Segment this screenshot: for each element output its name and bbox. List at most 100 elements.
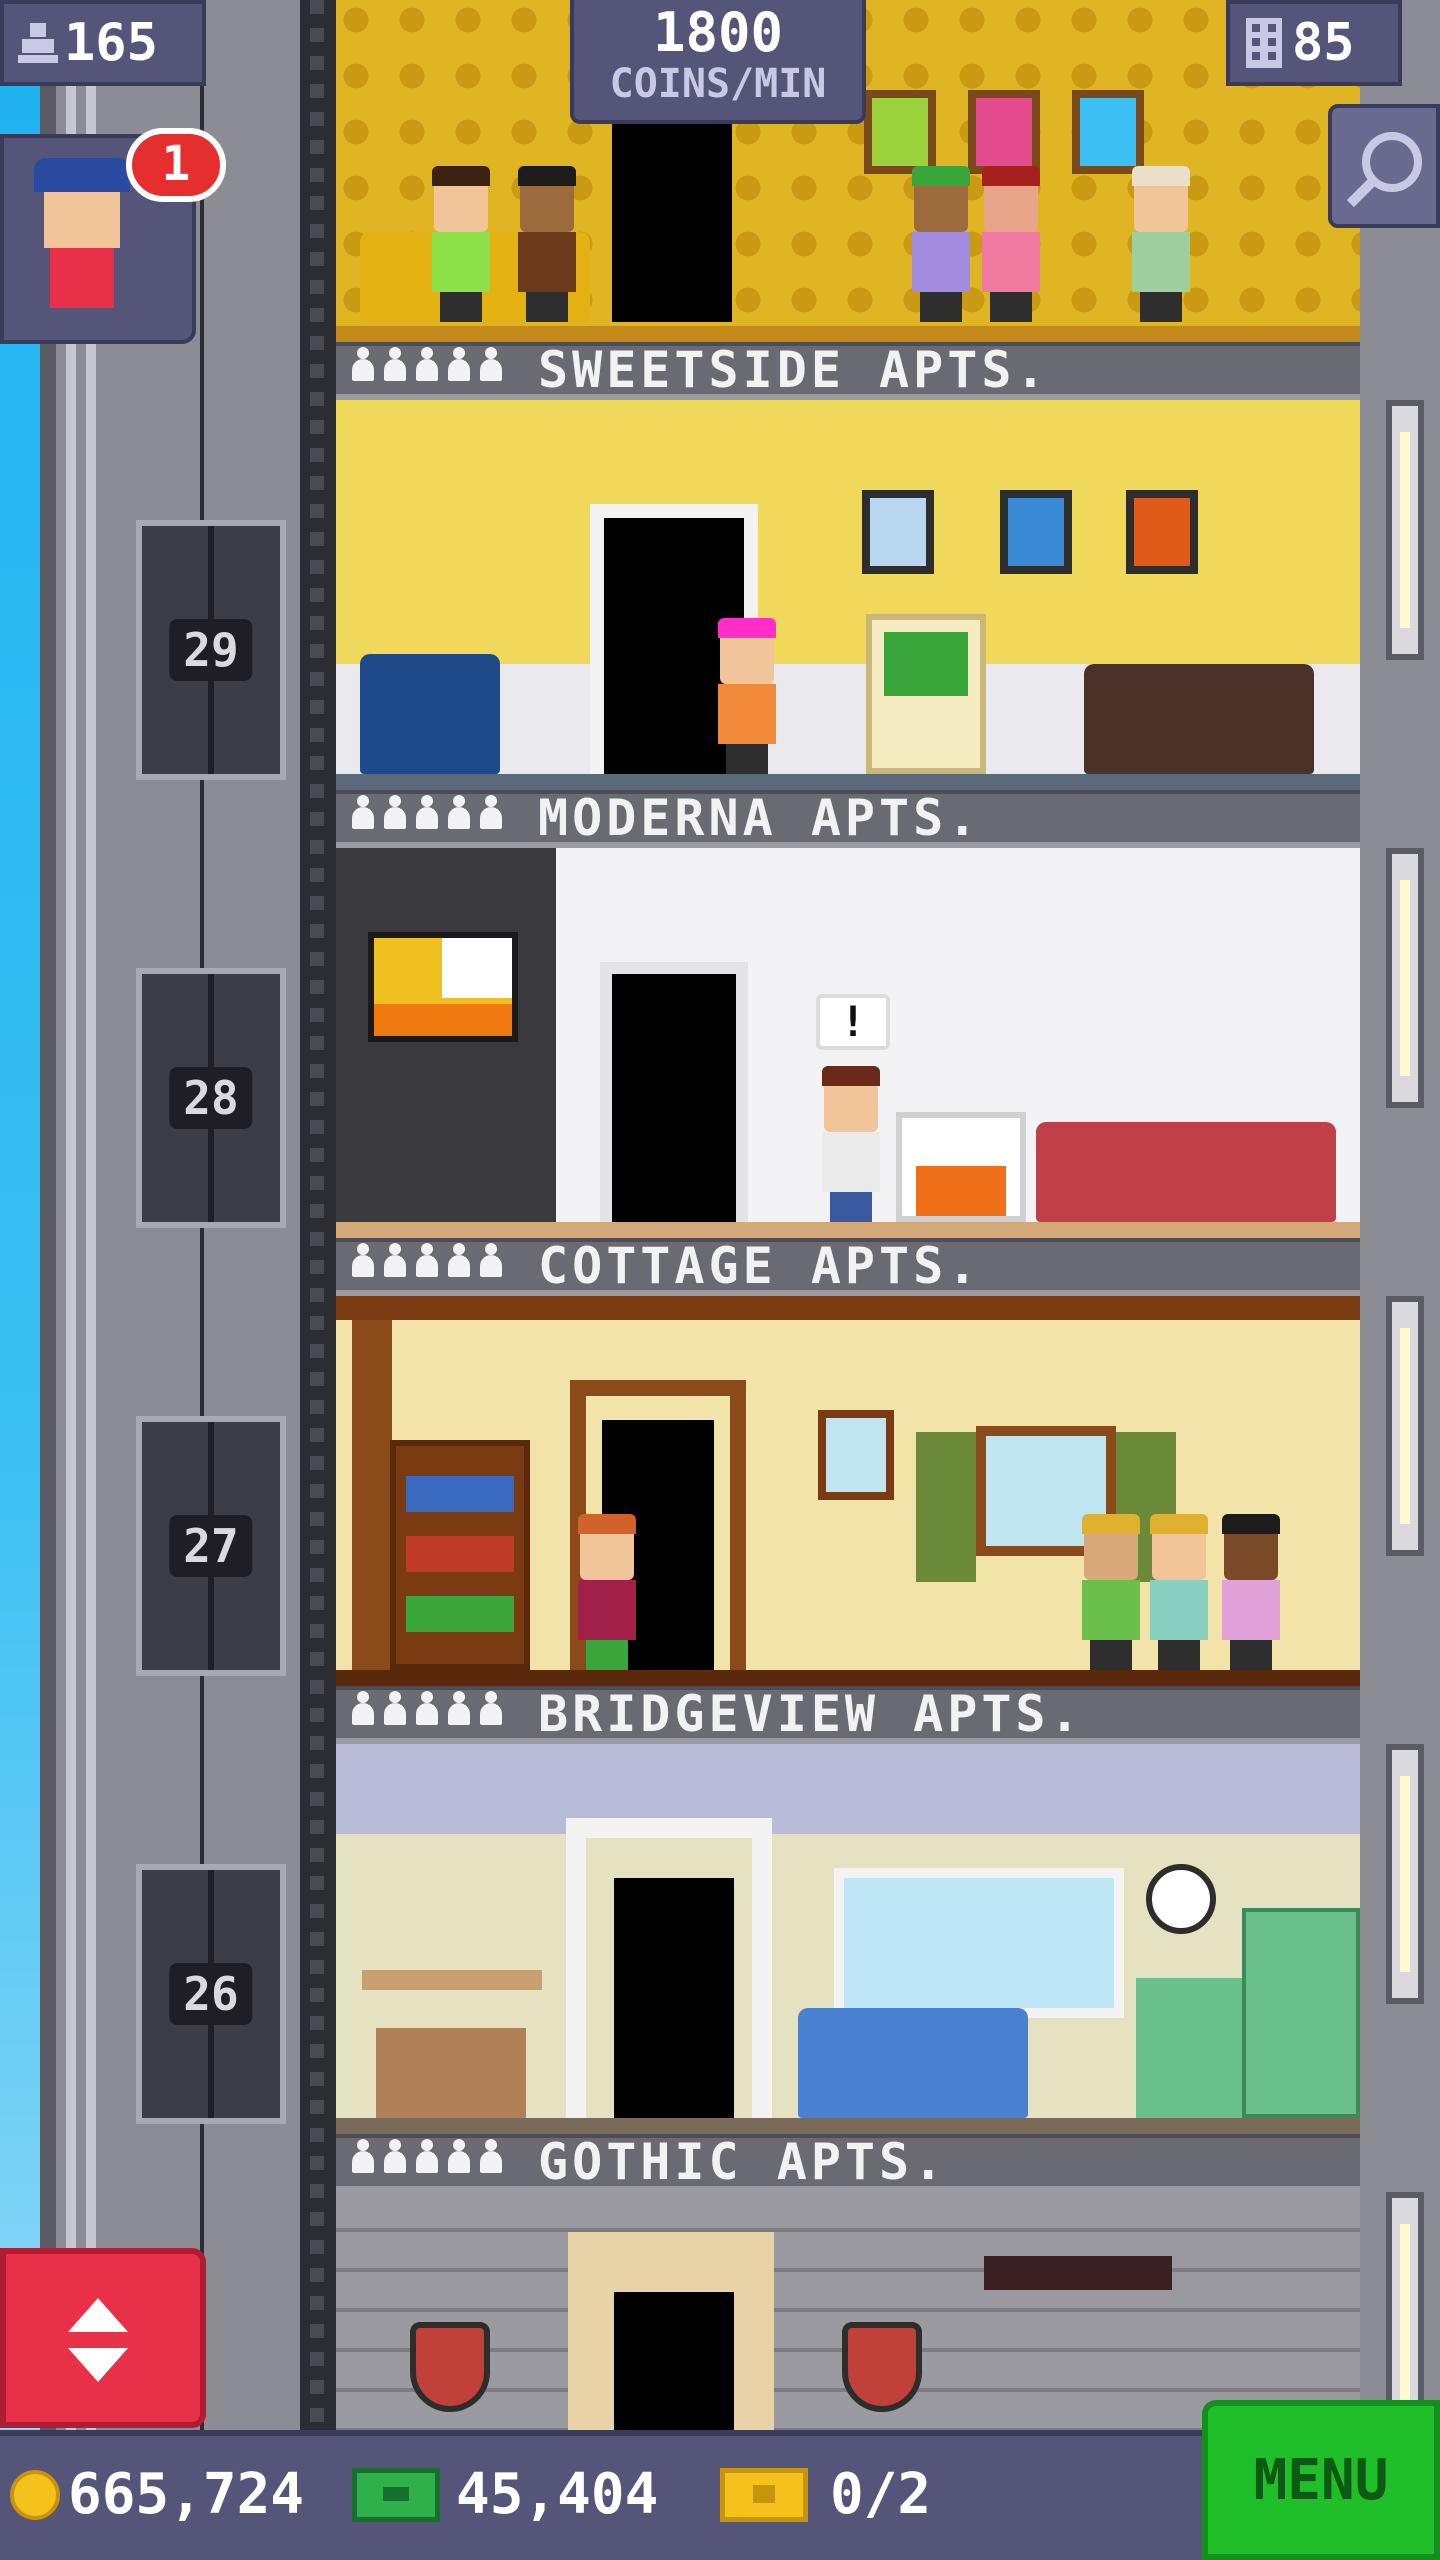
wall-picture [1126, 490, 1198, 574]
upper-wall [336, 1744, 1360, 1834]
elevator-door[interactable]: 26 [136, 1864, 286, 2124]
wall-picture [864, 90, 936, 174]
coins-value: 665,724 [68, 2462, 305, 2527]
elevator-floor-number: 27 [169, 1515, 253, 1577]
floor-gothic[interactable] [336, 1744, 1360, 2134]
floor-door[interactable] [614, 1878, 734, 2118]
building-icon [1246, 18, 1282, 68]
floor-ground [336, 2118, 1360, 2134]
occupancy-dots [352, 2139, 502, 2173]
tickets-value: 0/2 [830, 2462, 932, 2527]
shaft-track [300, 0, 336, 2440]
wall-picture [818, 1410, 894, 1500]
elevator-door[interactable]: 29 [136, 520, 286, 780]
coins-display[interactable]: 665,724 [10, 2462, 304, 2527]
population-counter[interactable]: 165 [0, 0, 206, 86]
resident[interactable] [976, 166, 1046, 322]
fireplace [896, 1112, 1026, 1222]
shaft-pole [66, 0, 76, 2440]
resident[interactable] [572, 1514, 642, 1670]
shaft-rail [40, 0, 56, 2440]
floor-count-value: 85 [1292, 13, 1355, 73]
floor-stone[interactable] [336, 2192, 1360, 2432]
occupancy-dots [352, 1243, 502, 1277]
resident[interactable] [1216, 1514, 1286, 1670]
up-arrow-icon [68, 2298, 128, 2332]
elevator-button[interactable] [0, 2248, 206, 2428]
floor-label[interactable]: SWEETSIDE APTS. [336, 341, 1360, 400]
down-arrow-icon [68, 2348, 128, 2382]
wall-picture [1072, 90, 1144, 174]
floor-ground [336, 774, 1360, 790]
resident[interactable] [1144, 1514, 1214, 1670]
table [362, 1970, 542, 1990]
floor-name: SWEETSIDE APTS. [538, 341, 1050, 399]
wall-picture [968, 90, 1040, 174]
sky [0, 0, 40, 2440]
resident[interactable] [512, 166, 582, 322]
window [1386, 400, 1424, 660]
resident[interactable] [712, 618, 782, 774]
elevator-floor-number: 26 [169, 1963, 253, 2025]
population-value: 165 [64, 13, 158, 73]
bux-value: 45,404 [456, 2462, 659, 2527]
menu-button[interactable]: MENU [1202, 2400, 1440, 2560]
floor-door[interactable] [612, 107, 732, 322]
bux-display[interactable]: 45,404 [352, 2462, 658, 2527]
search-button[interactable] [1328, 104, 1440, 228]
floor-ground [336, 326, 1360, 342]
notification-badge[interactable]: 1 [126, 128, 226, 202]
floor-moderna[interactable] [336, 400, 1360, 790]
occupancy-dots [352, 1691, 502, 1725]
building-right-wall [1360, 0, 1440, 2452]
resident[interactable] [1126, 166, 1196, 322]
resident[interactable] [906, 166, 976, 322]
coins-rate-panel: 1800 COINS/MIN [570, 0, 866, 124]
wall-picture [1000, 490, 1072, 574]
shield-icon [410, 2322, 490, 2412]
window [1386, 848, 1424, 1108]
floor-label[interactable]: MODERNA APTS. [336, 789, 1360, 848]
elevator-shaft[interactable]: 29 28 27 26 [40, 0, 336, 2440]
floor-door[interactable] [612, 974, 736, 1222]
floor-name: COTTAGE APTS. [538, 1237, 982, 1295]
chairs [376, 2028, 526, 2118]
floor-ground [336, 1670, 1360, 1686]
shield-icon [842, 2322, 922, 2412]
sofa [798, 2008, 1028, 2118]
resident[interactable] [816, 1066, 886, 1222]
wood-post [352, 1320, 392, 1670]
resident[interactable] [426, 166, 496, 322]
window [1386, 1744, 1424, 2004]
shaft-pole [86, 0, 96, 2440]
search-icon-handle [1346, 178, 1376, 208]
ticket-icon [720, 2467, 808, 2522]
elevator-floor-number: 28 [169, 1067, 253, 1129]
avatar-shirt [50, 248, 114, 308]
coin-icon [10, 2469, 60, 2520]
window [1386, 1296, 1424, 1556]
elevator-door[interactable]: 27 [136, 1416, 286, 1676]
speech-bubble: ! [816, 994, 890, 1050]
coins-rate-unit: COINS/MIN [609, 61, 827, 107]
bookshelf [390, 1440, 530, 1670]
sofa [1036, 1122, 1336, 1222]
elevator-door[interactable]: 28 [136, 968, 286, 1228]
floor-door[interactable] [614, 2292, 734, 2432]
floor-ground [336, 1222, 1360, 1238]
floor-counter[interactable]: 85 [1226, 0, 1402, 86]
floor-bridgeview[interactable] [336, 1296, 1360, 1686]
fridge [1242, 1908, 1360, 2118]
tickets-display[interactable]: 0/2 [720, 2462, 931, 2527]
floor-cottage[interactable]: ! [336, 848, 1360, 1238]
occupancy-dots [352, 795, 502, 829]
floor-label[interactable]: COTTAGE APTS. [336, 1237, 1360, 1296]
floor-label[interactable]: BRIDGEVIEW APTS. [336, 1685, 1360, 1744]
floor-name: MODERNA APTS. [538, 789, 982, 847]
window [834, 1868, 1124, 2018]
sofa [1084, 664, 1314, 774]
resident[interactable] [1076, 1514, 1146, 1670]
floor-label[interactable]: GOTHIC APTS. [336, 2133, 1360, 2192]
wall-art [368, 932, 518, 1042]
